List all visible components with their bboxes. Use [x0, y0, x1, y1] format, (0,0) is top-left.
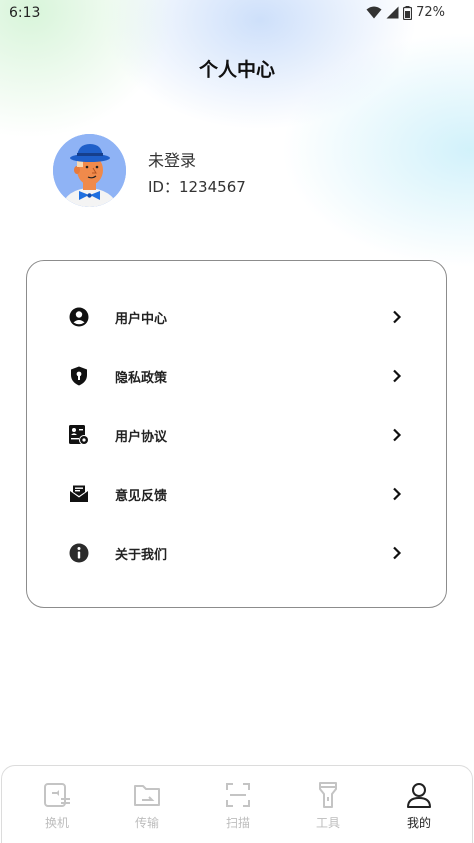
- chevron-right-icon: [390, 486, 404, 502]
- tab-label: 我的: [406, 816, 431, 830]
- chevron-right-icon: [390, 368, 404, 384]
- wifi-icon: [366, 6, 382, 19]
- menu-item-about-us[interactable]: 关于我们: [27, 528, 446, 578]
- menu-item-privacy-policy[interactable]: 隐私政策: [27, 351, 446, 401]
- menu-item-user-center[interactable]: 用户中心: [27, 292, 446, 342]
- menu-item-label: 用户协议: [115, 429, 168, 445]
- tab-scan[interactable]: 扫描: [203, 780, 273, 836]
- tab-tools[interactable]: 工具: [293, 780, 363, 836]
- menu-card: 用户中心 隐私政策 用户协议 意见反馈 关于我们: [26, 260, 447, 608]
- chevron-right-icon: [390, 545, 404, 561]
- profile-id: ID：1234567: [148, 178, 246, 196]
- tab-phone-swap[interactable]: 换机: [22, 780, 92, 836]
- folder-transfer-icon: [132, 780, 162, 810]
- feedback-mail-icon: [68, 483, 90, 505]
- battery-icon: [403, 5, 413, 20]
- chevron-right-icon: [390, 427, 404, 443]
- tab-label: 工具: [315, 816, 340, 830]
- user-circle-icon: [68, 306, 90, 328]
- tab-label: 换机: [44, 816, 69, 830]
- menu-item-label: 隐私政策: [115, 370, 168, 386]
- menu-item-feedback[interactable]: 意见反馈: [27, 469, 446, 519]
- tab-transfer[interactable]: 传输: [112, 780, 182, 836]
- tab-label: 传输: [134, 816, 159, 830]
- menu-item-label: 用户中心: [115, 311, 168, 327]
- page-title: 个人中心: [198, 59, 275, 81]
- chevron-right-icon: [390, 309, 404, 325]
- menu-item-label: 意见反馈: [115, 488, 168, 504]
- status-time: 6:13: [9, 5, 41, 21]
- menu-item-label: 关于我们: [115, 547, 168, 563]
- signal-icon: [386, 6, 399, 19]
- profile-name[interactable]: 未登录: [148, 147, 196, 171]
- status-icons: 72%: [366, 5, 445, 20]
- profile-icon: [404, 780, 434, 810]
- tab-label: 扫描: [225, 816, 250, 830]
- agreement-icon: [68, 424, 90, 446]
- info-icon: [68, 542, 90, 564]
- bottom-nav: 换机 传输 扫描 工具 我的: [1, 765, 473, 843]
- scan-icon: [223, 780, 253, 810]
- menu-item-user-agreement[interactable]: 用户协议: [27, 410, 446, 460]
- status-bar: 6:13 72%: [0, 0, 474, 28]
- flashlight-icon: [313, 780, 343, 810]
- avatar[interactable]: [53, 134, 126, 207]
- tab-mine[interactable]: 我的: [384, 780, 454, 836]
- screen: 6:13 72% 个人中心 未登录 ID：1234567 用户中心 隐私政策 用…: [0, 0, 474, 843]
- battery-level: 72%: [416, 5, 445, 20]
- shield-icon: [68, 365, 90, 387]
- phone-swap-icon: [42, 780, 72, 810]
